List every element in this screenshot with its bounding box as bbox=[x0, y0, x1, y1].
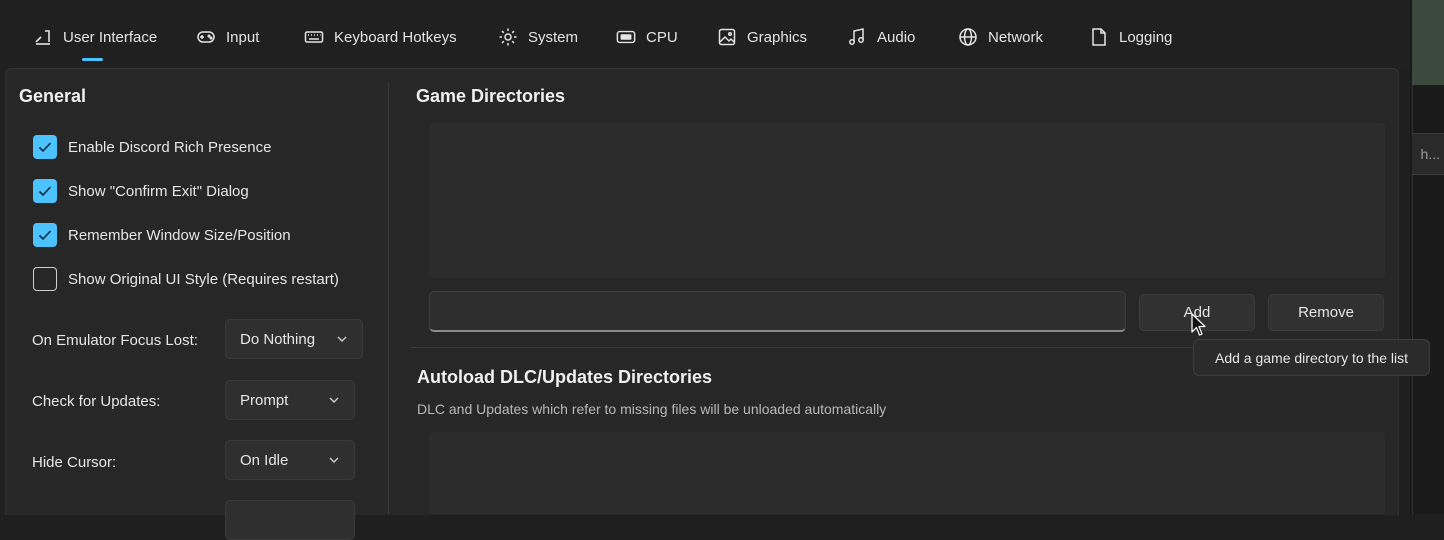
remove-directory-button[interactable]: Remove bbox=[1268, 294, 1384, 331]
dropdown-value: Do Nothing bbox=[240, 330, 316, 348]
checkbox-original-ui-style[interactable]: Show Original UI Style (Requires restart… bbox=[33, 266, 339, 292]
tab-audio[interactable]: Audio bbox=[847, 25, 915, 49]
background-bar: h... bbox=[1412, 133, 1444, 175]
music-note-icon bbox=[849, 28, 864, 45]
hide-cursor-label: Hide Cursor: bbox=[32, 454, 117, 471]
autoload-directories-list[interactable] bbox=[429, 432, 1385, 514]
keyboard-icon bbox=[304, 31, 324, 43]
checkbox-checked-icon[interactable] bbox=[33, 223, 57, 247]
game-directories-list[interactable] bbox=[429, 123, 1385, 278]
checkbox-label: Enable Discord Rich Presence bbox=[68, 138, 272, 156]
checkbox-label: Show Original UI Style (Requires restart… bbox=[68, 270, 339, 288]
tab-graphics[interactable]: Graphics bbox=[717, 25, 807, 49]
tab-label: System bbox=[528, 28, 579, 46]
hide-cursor-dropdown[interactable]: On Idle bbox=[225, 440, 355, 480]
settings-tab-bar: User Interface Input Keyboard Hotkeys Sy… bbox=[0, 0, 1410, 68]
image-icon bbox=[718, 28, 736, 46]
checkbox-label: Show "Confirm Exit" Dialog bbox=[68, 182, 249, 200]
tab-logging[interactable]: Logging bbox=[1089, 25, 1172, 49]
checkbox-unchecked-icon[interactable] bbox=[33, 267, 57, 291]
mouse-cursor-icon bbox=[1191, 313, 1206, 336]
background-truncated-text: h... bbox=[1420, 146, 1440, 162]
tab-label: User Interface bbox=[63, 28, 158, 46]
dropdown-value: On Idle bbox=[240, 451, 289, 469]
background-thumbnail bbox=[1412, 0, 1444, 85]
column-divider bbox=[388, 82, 389, 514]
tab-system[interactable]: System bbox=[498, 25, 578, 49]
cpu-icon bbox=[616, 30, 636, 44]
chevron-down-icon bbox=[337, 336, 347, 342]
tab-input[interactable]: Input bbox=[196, 25, 259, 49]
checkbox-label: Remember Window Size/Position bbox=[68, 226, 291, 244]
gear-icon bbox=[499, 28, 517, 46]
dropdown-value: Prompt bbox=[240, 391, 289, 409]
checkbox-checked-icon[interactable] bbox=[33, 135, 57, 159]
globe-icon bbox=[959, 28, 977, 46]
next-option-dropdown[interactable] bbox=[225, 500, 355, 540]
tab-label: Graphics bbox=[747, 28, 808, 46]
autoload-heading: Autoload DLC/Updates Directories bbox=[417, 367, 713, 387]
check-updates-dropdown[interactable]: Prompt bbox=[225, 380, 355, 420]
check-updates-label: Check for Updates: bbox=[32, 393, 161, 410]
tab-label: CPU bbox=[646, 28, 678, 46]
chevron-down-icon bbox=[329, 397, 339, 403]
checkbox-checked-icon[interactable] bbox=[33, 179, 57, 203]
tab-user-interface[interactable]: User Interface bbox=[33, 25, 157, 49]
focus-lost-dropdown[interactable]: Do Nothing bbox=[225, 319, 363, 359]
tab-label: Audio bbox=[877, 28, 916, 46]
user-interface-icon bbox=[35, 30, 50, 45]
gamepad-icon bbox=[197, 31, 215, 43]
chevron-down-icon bbox=[329, 457, 339, 463]
add-button-tooltip: Add a game directory to the list bbox=[1193, 339, 1430, 376]
tab-network[interactable]: Network bbox=[958, 25, 1043, 49]
checkbox-discord-rich-presence[interactable]: Enable Discord Rich Presence bbox=[33, 134, 271, 160]
checkbox-remember-window[interactable]: Remember Window Size/Position bbox=[33, 222, 291, 248]
tab-label: Input bbox=[226, 28, 260, 46]
tab-label: Network bbox=[988, 28, 1044, 46]
focus-lost-label: On Emulator Focus Lost: bbox=[32, 332, 198, 349]
autoload-description: DLC and Updates which refer to missing f… bbox=[417, 401, 887, 417]
tab-label: Keyboard Hotkeys bbox=[334, 28, 457, 46]
general-heading: General bbox=[19, 86, 87, 106]
document-icon bbox=[1092, 28, 1106, 46]
game-directory-path-input[interactable] bbox=[429, 291, 1126, 332]
tab-cpu[interactable]: CPU bbox=[616, 25, 678, 49]
tab-label: Logging bbox=[1119, 28, 1173, 46]
checkbox-confirm-exit[interactable]: Show "Confirm Exit" Dialog bbox=[33, 178, 249, 204]
active-tab-indicator bbox=[82, 58, 103, 61]
game-directories-heading: Game Directories bbox=[416, 86, 566, 106]
tab-keyboard-hotkeys[interactable]: Keyboard Hotkeys bbox=[304, 25, 457, 49]
